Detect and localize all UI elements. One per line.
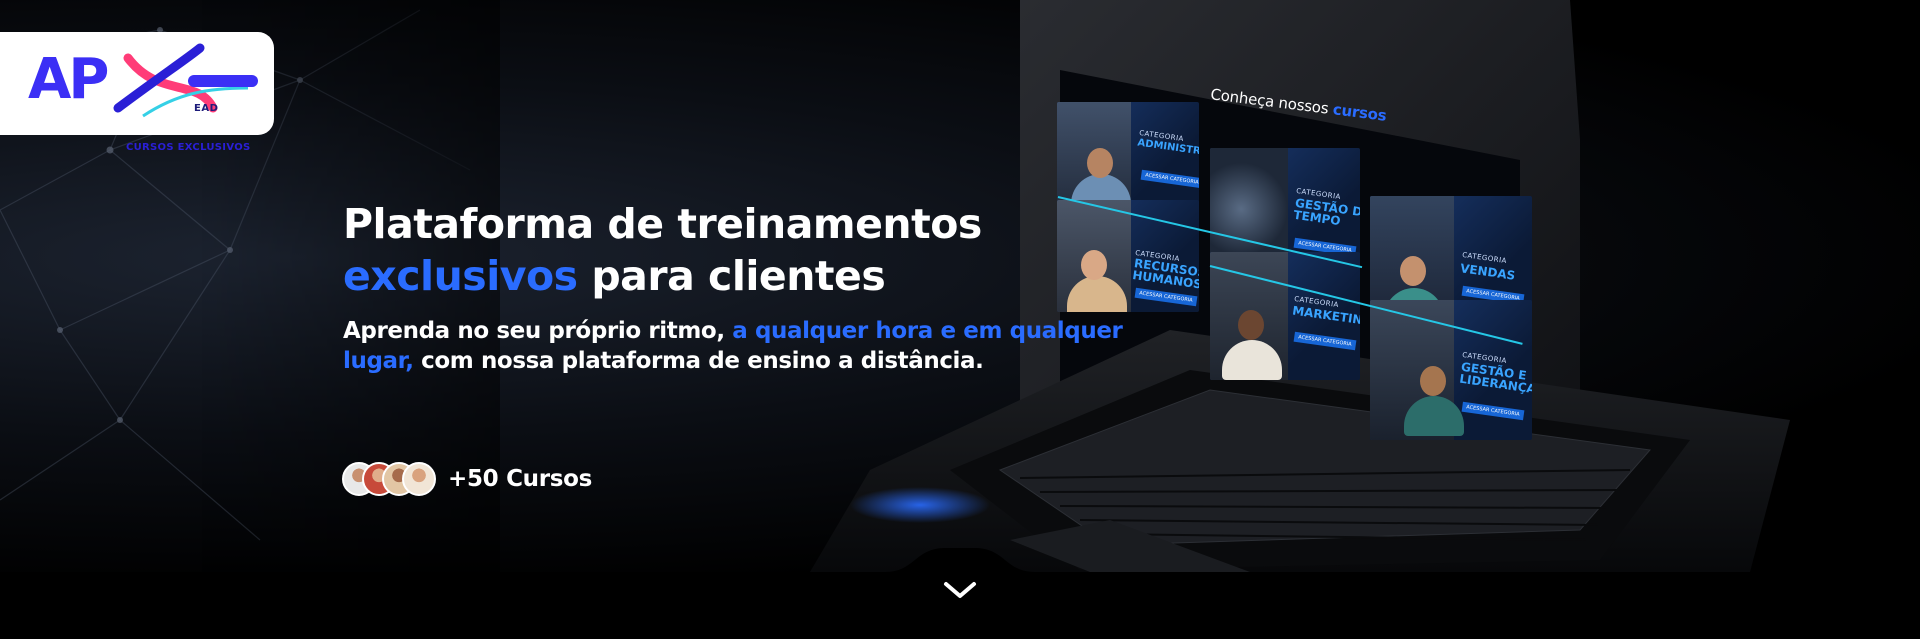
page-title: Plataforma de treinamentos exclusivos pa… (343, 198, 982, 302)
chevron-down-icon[interactable] (940, 578, 980, 602)
person-head (1081, 250, 1107, 280)
subheadline: Aprenda no seu próprio ritmo, a qualquer… (343, 316, 1163, 376)
logo-swoosh-icon (113, 43, 258, 118)
title-line-2: exclusivos para clientes (343, 250, 982, 302)
course-name: MARKETING (1291, 303, 1360, 329)
person-head (1400, 256, 1426, 286)
subheadline-part-2: com nossa plataforma de ensino a distânc… (413, 348, 984, 374)
course-name: VENDAS (1459, 261, 1517, 283)
access-category-button[interactable]: ACESSAR CATEGORIA (1134, 287, 1198, 307)
course-card-recursos-humanos[interactable]: CATEGORIA RECURSOS HUMANOS ACESSAR CATEG… (1057, 200, 1199, 312)
course-name: GESTÃO DE TEMPO (1292, 195, 1360, 229)
title-line-1: Plataforma de treinamentos (343, 200, 982, 248)
course-name: GESTÃO E LIDERANÇA (1458, 359, 1532, 397)
access-category-button[interactable]: ACESSAR CATEGORIA (1140, 169, 1199, 189)
course-card-gestao-e-lideranca[interactable]: CATEGORIA GESTÃO E LIDERANÇA ACESSAR CAT… (1370, 300, 1532, 440)
course-name: RECURSOS HUMANOS (1131, 256, 1199, 292)
course-name: ADMINISTRAÇÃO (1136, 137, 1199, 162)
title-rest: para clientes (577, 252, 886, 300)
logo[interactable]: AP EAD CURSOS EXCLUSIVOS (0, 32, 274, 153)
person-head (1238, 310, 1264, 340)
person-head (1420, 366, 1446, 396)
access-category-button[interactable]: ACESSAR CATEGORIA (1461, 401, 1525, 421)
person-head (1087, 148, 1113, 178)
course-card-administracao[interactable]: CATEGORIA ADMINISTRAÇÃO ACESSAR CATEGORI… (1057, 102, 1199, 212)
avatar (402, 462, 436, 496)
logo-tagline: CURSOS EXCLUSIVOS (126, 142, 251, 153)
courses-count: +50 Cursos (448, 466, 593, 492)
title-accent: exclusivos (343, 252, 578, 300)
hero-banner: Conheça nossos cursos CATEGORIA ADMINIST… (0, 0, 1920, 572)
access-category-button[interactable]: ACESSAR CATEGORIA (1293, 331, 1357, 351)
avatar-group (342, 462, 436, 498)
logo-suffix: EAD (194, 103, 219, 114)
subheadline-part-1: Aprenda no seu próprio ritmo, (343, 318, 733, 344)
